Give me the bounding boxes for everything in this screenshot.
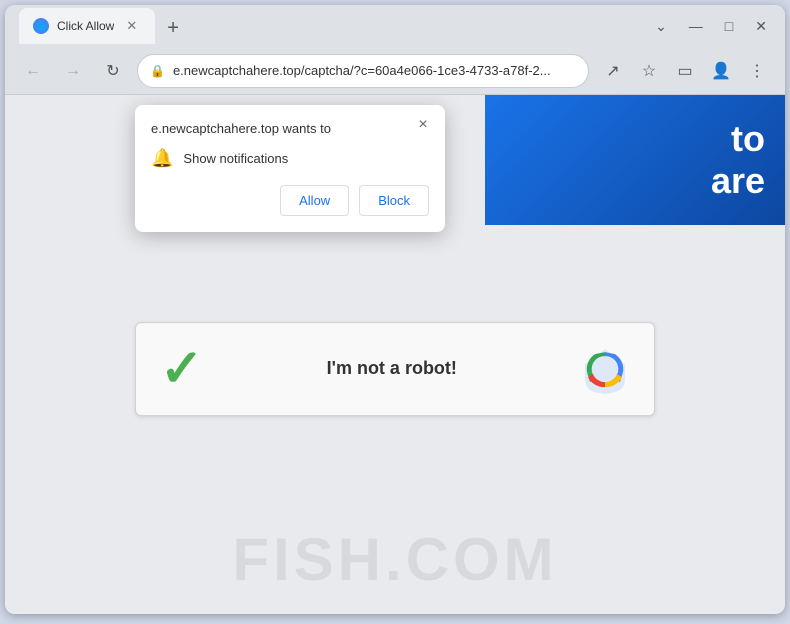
close-button[interactable]: ✕ — [747, 14, 775, 39]
refresh-button[interactable]: ↻ — [97, 55, 129, 87]
new-tab-button[interactable]: + — [159, 13, 187, 44]
profile-button[interactable]: 👤 — [705, 55, 737, 87]
checkmark-icon: ✓ — [160, 343, 204, 395]
banner-text-are: are — [711, 160, 765, 202]
captcha-label: I'm not a robot! — [224, 358, 560, 379]
nav-bar: ← → ↻ 🔒 e.newcaptchahere.top/captcha/?c=… — [5, 47, 785, 95]
captcha-box[interactable]: ✓ I'm not a robot! — [135, 322, 655, 416]
bell-icon: 🔔 — [151, 148, 173, 169]
title-bar: 🌐 Click Allow ✕ + ⌄ — □ ✕ — [5, 5, 785, 47]
menu-button[interactable]: ⋮ — [741, 55, 773, 87]
blue-banner: to are — [485, 95, 785, 225]
url-text: e.newcaptchahere.top/captcha/?c=60a4e066… — [173, 63, 576, 78]
popup-permission-text: Show notifications — [183, 151, 288, 166]
chevron-down-button[interactable]: ⌄ — [647, 14, 675, 39]
watermark-text: FISH.COM — [232, 525, 557, 594]
recaptcha-logo — [580, 344, 630, 394]
captcha-container: ✓ I'm not a robot! — [135, 322, 655, 416]
recaptcha-icon — [580, 344, 630, 394]
bookmark-button[interactable]: ☆ — [633, 55, 665, 87]
address-bar[interactable]: 🔒 e.newcaptchahere.top/captcha/?c=60a4e0… — [137, 54, 589, 88]
forward-button[interactable]: → — [57, 55, 89, 87]
notification-popup: × e.newcaptchahere.top wants to 🔔 Show n… — [135, 105, 445, 232]
sidebar-button[interactable]: ▭ — [669, 55, 701, 87]
page-content: to are FISH.COM ✓ I'm not a robot! — [5, 95, 785, 614]
tab-close-button[interactable]: ✕ — [122, 16, 141, 36]
browser-window: 🌐 Click Allow ✕ + ⌄ — □ ✕ ← → ↻ 🔒 e.newc… — [5, 5, 785, 614]
allow-button[interactable]: Allow — [280, 185, 349, 216]
maximize-button[interactable]: □ — [717, 14, 741, 38]
active-tab[interactable]: 🌐 Click Allow ✕ — [19, 8, 155, 44]
share-button[interactable]: ↗ — [597, 55, 629, 87]
block-button[interactable]: Block — [359, 185, 429, 216]
window-controls: ⌄ — □ ✕ — [647, 14, 775, 39]
popup-site-text: e.newcaptchahere.top wants to — [151, 121, 429, 136]
tab-bar: 🌐 Click Allow ✕ + — [15, 8, 639, 44]
minimize-button[interactable]: — — [681, 14, 711, 38]
tab-favicon: 🌐 — [33, 18, 49, 34]
popup-close-button[interactable]: × — [411, 113, 435, 137]
tab-title: Click Allow — [57, 19, 114, 33]
nav-actions: ↗ ☆ ▭ 👤 ⋮ — [597, 55, 773, 87]
popup-permission-row: 🔔 Show notifications — [151, 148, 429, 169]
back-button[interactable]: ← — [17, 55, 49, 87]
banner-text-to: to — [731, 118, 765, 160]
popup-buttons: Allow Block — [151, 185, 429, 216]
lock-icon: 🔒 — [150, 64, 165, 78]
